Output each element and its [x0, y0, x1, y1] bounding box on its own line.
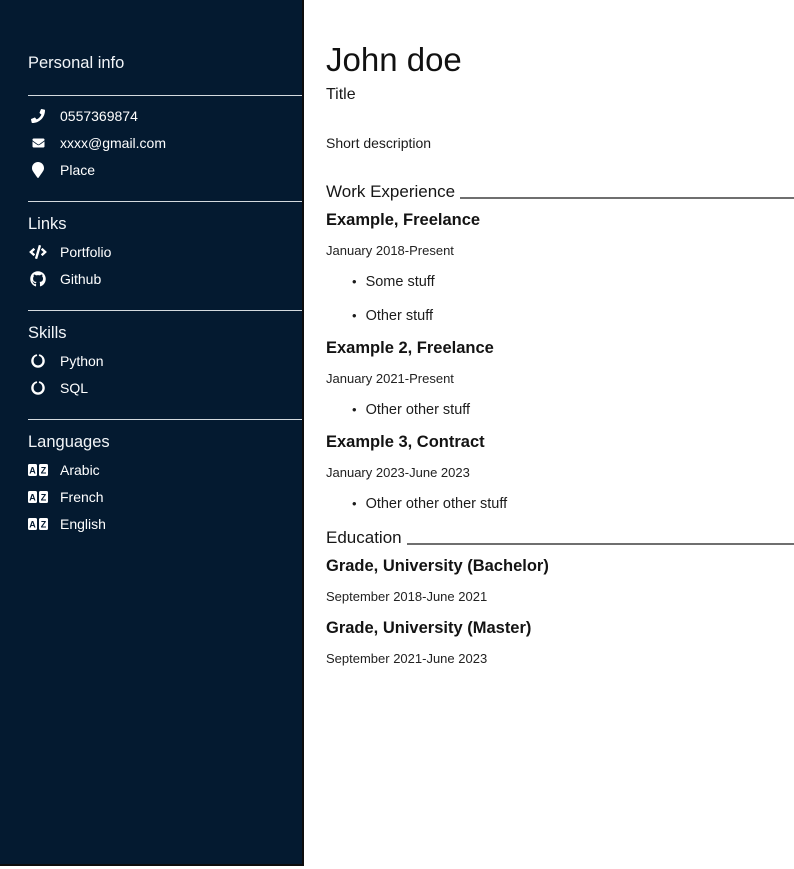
- work-entry: Example 2, Freelance January 2021-Presen…: [326, 339, 794, 418]
- section-title: Work Experience: [326, 182, 455, 202]
- entry-date: September 2021-June 2023: [326, 651, 794, 666]
- github-link[interactable]: Github: [28, 269, 302, 289]
- code-icon: [28, 245, 48, 259]
- portfolio-label[interactable]: Portfolio: [60, 242, 111, 262]
- bullet-item: Other other other stuff: [352, 496, 794, 512]
- skill-label: Python: [60, 351, 104, 371]
- phone-row: 0557369874: [28, 106, 302, 126]
- links-heading: Links: [28, 215, 302, 234]
- skill-row: Python: [28, 351, 302, 371]
- language-row: AZ English: [28, 514, 302, 534]
- work-experience-heading: Work Experience: [326, 182, 794, 202]
- entry-date: January 2023-June 2023: [326, 465, 794, 480]
- entry-bullets: Other other stuff: [326, 402, 794, 418]
- work-entry: Example, Freelance January 2018-Present …: [326, 211, 794, 324]
- entry-title: Example, Freelance: [326, 211, 794, 230]
- bullet-item: Other other stuff: [352, 402, 794, 418]
- resume-body: John doe Title Short description Work Ex…: [306, 0, 794, 869]
- entry-title: Example 3, Contract: [326, 433, 794, 452]
- skill-row: SQL: [28, 378, 302, 398]
- portfolio-link[interactable]: Portfolio: [28, 242, 302, 262]
- education-entry: Grade, University (Master) September 202…: [326, 619, 794, 666]
- skills-heading: Skills: [28, 324, 302, 343]
- github-label[interactable]: Github: [60, 269, 101, 289]
- heading-rule: [407, 543, 794, 545]
- section-title: Education: [326, 528, 402, 548]
- svg-text:Z: Z: [41, 466, 47, 476]
- phone-number: 0557369874: [60, 106, 138, 126]
- phone-icon: [28, 109, 48, 123]
- personal-info-heading: Personal info: [28, 54, 302, 73]
- divider: [28, 310, 302, 311]
- language-icon: AZ: [28, 463, 48, 477]
- svg-text:Z: Z: [41, 520, 47, 530]
- languages-heading: Languages: [28, 433, 302, 452]
- circle-notch-icon: [28, 354, 48, 368]
- person-name: John doe: [326, 41, 794, 79]
- language-label: French: [60, 487, 104, 507]
- language-label: Arabic: [60, 460, 100, 480]
- location-label: Place: [60, 160, 95, 180]
- location-pin-icon: [28, 162, 48, 178]
- bullet-item: Some stuff: [352, 274, 794, 290]
- divider: [28, 419, 302, 420]
- envelope-icon: [28, 137, 48, 149]
- language-icon: AZ: [28, 490, 48, 504]
- divider: [28, 201, 302, 202]
- language-row: AZ Arabic: [28, 460, 302, 480]
- work-entry: Example 3, Contract January 2023-June 20…: [326, 433, 794, 512]
- sidebar: Personal info 0557369874 xxxx@gmail.com …: [0, 0, 304, 866]
- entry-title: Grade, University (Master): [326, 619, 794, 638]
- heading-rule: [460, 197, 794, 199]
- language-label: English: [60, 514, 106, 534]
- svg-text:A: A: [29, 466, 36, 476]
- entry-bullets: Some stuff Other stuff: [326, 274, 794, 324]
- entry-title: Grade, University (Bachelor): [326, 557, 794, 576]
- bullet-item: Other stuff: [352, 308, 794, 324]
- svg-text:A: A: [29, 493, 36, 503]
- entry-date: January 2021-Present: [326, 371, 794, 386]
- email-row: xxxx@gmail.com: [28, 133, 302, 153]
- entry-bullets: Other other other stuff: [326, 496, 794, 512]
- skill-label: SQL: [60, 378, 88, 398]
- education-heading: Education: [326, 528, 794, 548]
- svg-text:A: A: [29, 520, 36, 530]
- entry-date: January 2018-Present: [326, 243, 794, 258]
- language-icon: AZ: [28, 517, 48, 531]
- github-icon: [28, 271, 48, 287]
- location-row: Place: [28, 160, 302, 180]
- language-row: AZ French: [28, 487, 302, 507]
- email-address[interactable]: xxxx@gmail.com: [60, 133, 166, 153]
- svg-text:Z: Z: [41, 493, 47, 503]
- person-title: Title: [326, 85, 794, 104]
- entry-title: Example 2, Freelance: [326, 339, 794, 358]
- education-section: Education Grade, University (Bachelor) S…: [326, 528, 794, 666]
- short-description: Short description: [326, 135, 794, 152]
- circle-notch-icon: [28, 381, 48, 395]
- divider: [28, 95, 302, 96]
- education-entry: Grade, University (Bachelor) September 2…: [326, 557, 794, 604]
- entry-date: September 2018-June 2021: [326, 589, 794, 604]
- work-experience-section: Work Experience Example, Freelance Janua…: [326, 182, 794, 512]
